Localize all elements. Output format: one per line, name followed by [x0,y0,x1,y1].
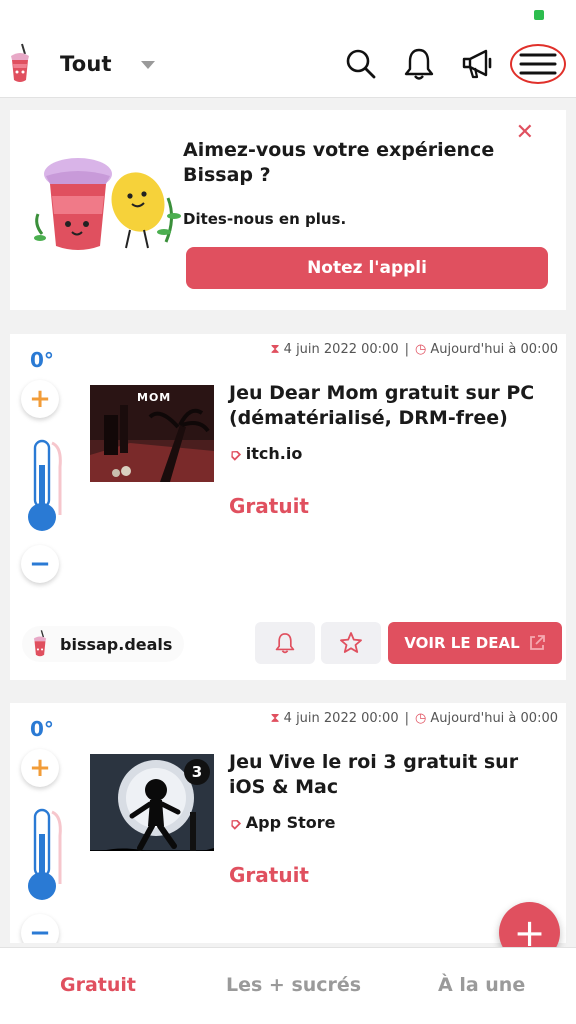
rate-app-card: ✕ Aimez-vous votre expérience Bissap ? D… [10,110,566,310]
merchant-name: App Store [245,813,336,832]
tag-icon: ⌂ [224,812,245,833]
downvote-button[interactable]: − [21,545,59,583]
deal-merchant[interactable]: ⌂ App Store [224,812,336,832]
hamburger-menu-icon[interactable] [510,44,566,84]
deal-start-date: 4 juin 2022 00:00 [283,711,399,726]
clock-icon: ◷ [414,342,427,357]
tab-a-la-une[interactable]: À la une [438,974,525,996]
deal-published-time: Aujourd'hui à 00:00 [430,342,558,357]
view-deal-button[interactable]: VOIR LE DEAL [388,622,562,664]
view-deal-label: VOIR LE DEAL [404,634,520,652]
downvote-button[interactable]: − [21,914,59,943]
bell-icon [275,633,295,654]
hourglass-icon: ⧗ [270,342,280,357]
tab-gratuit[interactable]: Gratuit [60,974,136,996]
deal-price: Gratuit [229,863,309,887]
megaphone-icon[interactable] [458,44,498,84]
deal-published-time: Aujourd'hui à 00:00 [430,711,558,726]
deal-start-date: 4 juin 2022 00:00 [283,342,399,357]
top-bar: Tout [0,30,576,98]
bissap-logo-icon[interactable] [4,42,36,86]
battery-icon [534,10,544,20]
deal-temperature: 0° [30,348,54,372]
rate-prompt-title: Aimez-vous votre expérience Bissap ? [183,139,495,186]
thumbnail-title: MOM [137,391,172,404]
deal-card[interactable]: 0° + − ⧗ 4 juin 2022 00:00 | ◷ Aujourd'h… [10,703,566,943]
status-bar [0,0,576,30]
deal-merchant[interactable]: ⌂ itch.io [224,443,303,463]
date-separator: | [404,342,409,357]
hourglass-icon: ⧗ [270,711,280,726]
rate-prompt-subtitle: Dites-nous en plus. [183,210,347,228]
deal-title[interactable]: Jeu Vive le roi 3 gratuit sur iOS & Mac [229,750,559,800]
date-separator: | [404,711,409,726]
tag-icon: ⌂ [224,443,245,464]
bottom-navigation: Gratuit Les + sucrés À la une [0,947,576,1024]
thermometer-icon [28,439,62,531]
external-link-icon [529,635,545,650]
clock-icon: ◷ [414,711,427,726]
deal-title[interactable]: Jeu Dear Mom gratuit sur PC (dématériali… [229,381,559,431]
star-icon [340,632,362,653]
upvote-button[interactable]: + [21,749,59,787]
deal-poster[interactable]: bissap.deals [22,626,185,662]
rate-app-button[interactable]: Notez l'appli [186,247,548,289]
category-filter[interactable]: Tout [60,52,112,76]
thermometer-icon [28,808,62,900]
alert-bell-button[interactable] [255,622,315,664]
sequel-number-badge: 3 [184,759,210,785]
search-icon[interactable] [341,44,381,84]
deal-dates: ⧗ 4 juin 2022 00:00 | ◷ Aujourd'hui à 00… [271,342,558,357]
deal-temperature: 0° [30,717,54,741]
tab-les-plus-sucres[interactable]: Les + sucrés [226,974,361,996]
chevron-down-icon[interactable] [141,61,155,69]
upvote-button[interactable]: + [21,380,59,418]
avatar [33,630,47,657]
deal-thumbnail[interactable]: MOM [90,385,214,482]
merchant-name: itch.io [245,444,303,463]
deal-card[interactable]: 0° + − ⧗ 4 juin 2022 00:00 | ◷ Aujourd'h… [10,334,566,680]
poster-name: bissap.deals [60,634,173,654]
favorite-button[interactable] [321,622,381,664]
fruit-mascots-illustration [34,158,181,250]
deal-dates: ⧗ 4 juin 2022 00:00 | ◷ Aujourd'hui à 00… [271,711,558,726]
bell-icon[interactable] [399,44,439,84]
close-icon[interactable]: ✕ [516,120,534,145]
deal-price: Gratuit [229,494,309,518]
deal-thumbnail[interactable]: 3 [90,754,214,851]
